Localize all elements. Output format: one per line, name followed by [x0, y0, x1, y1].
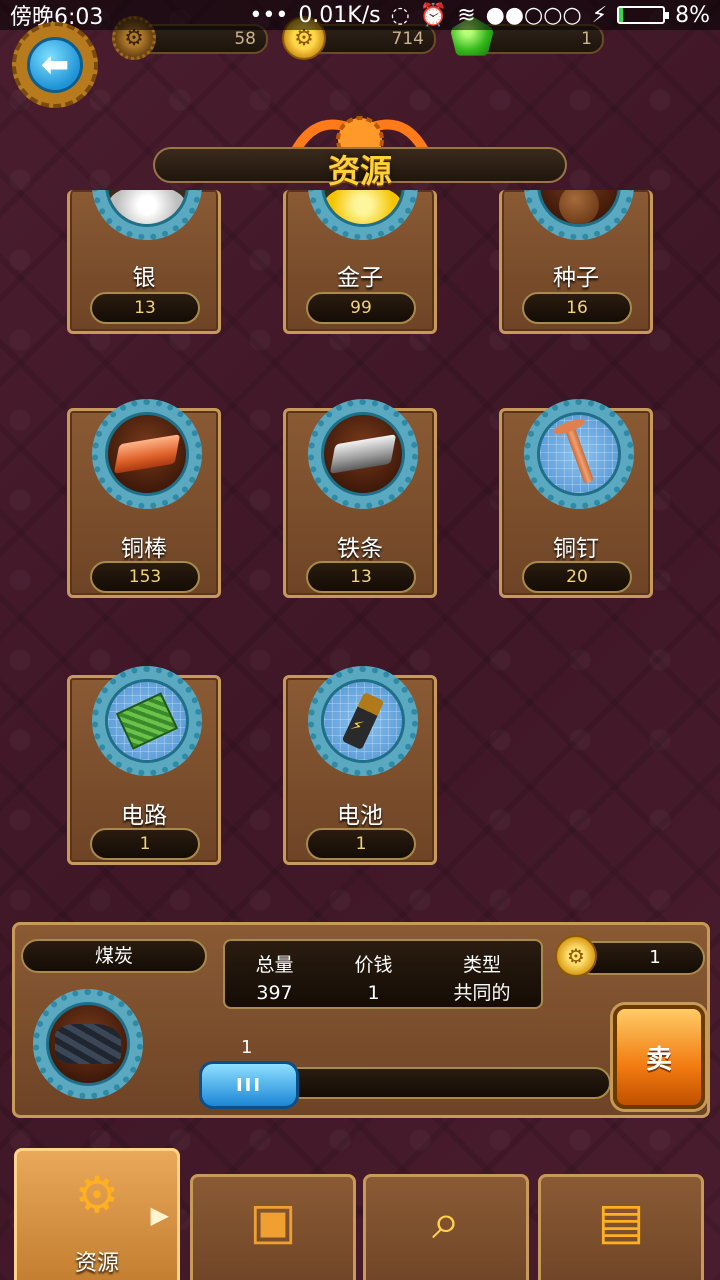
item-name: 种子 [553, 265, 599, 291]
item-count: 99 [306, 292, 416, 324]
cell-signal-icon: ●●○○○ [485, 2, 582, 28]
stat-price-value: 1 [367, 982, 380, 1004]
alarm-icon: ⏰ [419, 2, 448, 28]
stat-type: 类型 共同的 [453, 951, 510, 1007]
back-button[interactable]: ⬅ [12, 22, 98, 108]
item-count: 1 [306, 828, 416, 860]
magnifier-icon: ⌕ [432, 1192, 460, 1250]
gear-count: 58 [234, 29, 256, 49]
quantity-slider-handle[interactable]: III [199, 1061, 299, 1109]
selected-item-name: 煤炭 [21, 939, 207, 973]
back-arrow-icon: ⬅ [27, 37, 83, 93]
coin-count: 714 [391, 29, 424, 49]
tab-label: 资源 [74, 1251, 119, 1276]
tab-mystery-box[interactable]: ▣ [190, 1174, 356, 1280]
gold-icon [308, 190, 418, 240]
item-card-silver[interactable]: 银 13 [67, 190, 221, 334]
coin-icon: ⚙ [555, 935, 597, 977]
mystery-box-icon: ▣ [249, 1192, 297, 1250]
stat-price-label: 价钱 [354, 954, 393, 976]
item-stats: 总量 397 价钱 1 类型 共同的 [223, 939, 543, 1009]
chest-icon: ▤ [597, 1192, 645, 1250]
tab-search[interactable]: ⌕ [363, 1174, 529, 1280]
tab-chest[interactable]: ▤ [538, 1174, 704, 1280]
page-title: 资源 [327, 152, 392, 190]
stat-total-value: 397 [256, 982, 293, 1004]
silver-icon [92, 190, 202, 240]
tab-resources[interactable]: ⚙ ▶ 资源 [14, 1148, 180, 1280]
item-card-circuit[interactable]: 电路 1 [67, 666, 221, 865]
item-card-gold[interactable]: 金子 99 [283, 190, 437, 334]
iron-bar-icon [308, 399, 418, 509]
item-name: 铜棒 [121, 536, 167, 562]
item-count: 20 [522, 561, 632, 593]
item-card-battery[interactable]: 电池 1 [283, 666, 437, 865]
sell-button[interactable]: 卖 [613, 1005, 705, 1109]
battery-icon [617, 6, 670, 24]
stat-type-value: 共同的 [453, 982, 511, 1004]
coal-icon [33, 989, 143, 1099]
circuit-icon [92, 666, 202, 776]
gem-count: 1 [581, 29, 592, 49]
sync-icon: ◌ [390, 2, 410, 28]
stat-type-label: 类型 [462, 954, 501, 976]
item-detail-panel: 煤炭 总量 397 价钱 1 类型 共同的 ⚙ 1 1 III 卖 [12, 922, 710, 1118]
item-card-copper-bar[interactable]: 铜棒 153 [67, 399, 221, 598]
network-speed: 0.01K/s [298, 2, 381, 28]
wifi-icon: ≋ [457, 2, 476, 28]
item-card-copper-nail[interactable]: 铜钉 20 [499, 399, 653, 598]
battery-item-icon [308, 666, 418, 776]
item-name: 铜钉 [553, 536, 599, 562]
item-count: 13 [306, 561, 416, 593]
status-icons: ••• 0.01K/s ◌ ⏰ ≋ ●●○○○ ⚡ 8% [249, 3, 710, 28]
item-card-iron-bar[interactable]: 铁条 13 [283, 399, 437, 598]
stat-total-label: 总量 [255, 954, 294, 976]
battery-percent: 8% [675, 2, 710, 28]
stat-total: 总量 397 [255, 951, 293, 1007]
item-count: 16 [522, 292, 632, 324]
signal-dots-icon: ••• [249, 2, 289, 28]
play-arrow-icon: ▶ [150, 1201, 169, 1229]
gear-icon: ⚙ [74, 1166, 120, 1224]
copper-bar-icon [92, 399, 202, 509]
item-count: 1 [90, 828, 200, 860]
item-name: 铁条 [337, 536, 383, 562]
sell-quantity: 1 [241, 1037, 253, 1058]
item-name: 金子 [337, 265, 383, 291]
item-name: 电路 [121, 803, 167, 829]
item-count: 153 [90, 561, 200, 593]
bottom-tab-bar: ⚙ ▶ 资源 ▣ ⌕ ▤ [0, 1148, 720, 1280]
item-name: 银 [132, 265, 156, 291]
item-count: 13 [90, 292, 200, 324]
seed-icon [524, 190, 634, 240]
copper-nail-icon [524, 399, 634, 509]
item-card-seed[interactable]: 种子 16 [499, 190, 653, 334]
item-name: 电池 [337, 803, 383, 829]
charging-icon: ⚡ [591, 2, 608, 28]
stat-price: 价钱 1 [354, 951, 392, 1007]
status-bar: 傍晚6:03 ••• 0.01K/s ◌ ⏰ ≋ ●●○○○ ⚡ 8% [0, 0, 720, 30]
